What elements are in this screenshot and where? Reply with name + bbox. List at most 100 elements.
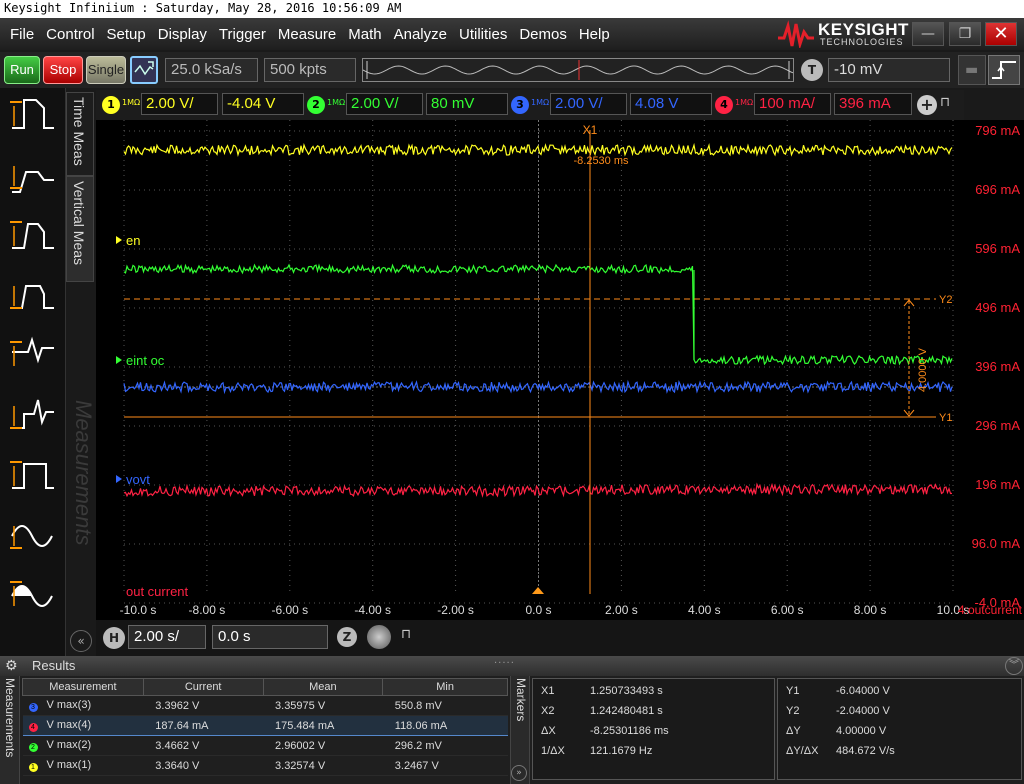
plus-icon: + bbox=[920, 95, 934, 114]
y-axis-tick-label: 796 mA bbox=[975, 123, 1020, 138]
measurement-icon[interactable] bbox=[10, 285, 54, 309]
minimize-button[interactable]: — bbox=[912, 22, 944, 46]
channel-4-scale[interactable]: 100 mA/ bbox=[754, 93, 831, 115]
collapse-sidebar-button[interactable]: « bbox=[70, 630, 92, 652]
menu-file[interactable]: File bbox=[4, 26, 40, 43]
waveform-overview[interactable] bbox=[362, 58, 794, 82]
channel-3-badge[interactable]: 3 bbox=[511, 96, 529, 114]
marker-row: ΔY/ΔX 484.672 V/s bbox=[778, 741, 1021, 761]
sample-rate-display[interactable]: 25.0 kSa/s bbox=[165, 58, 258, 82]
memory-depth-display[interactable]: 500 kpts bbox=[264, 58, 356, 82]
measurement-icon[interactable] bbox=[10, 525, 53, 549]
resize-grip-icon[interactable]: ····· bbox=[494, 658, 515, 669]
trigger-badge[interactable]: T bbox=[801, 59, 823, 81]
knob-icon[interactable] bbox=[367, 625, 391, 649]
trigger-mode-button[interactable]: ▬ bbox=[958, 55, 986, 85]
gear-icon[interactable]: ⚙ bbox=[5, 658, 21, 674]
autoscale-button[interactable] bbox=[130, 56, 158, 84]
tab-vertical-meas[interactable]: Vertical Meas bbox=[66, 176, 94, 282]
menu-setup[interactable]: Setup bbox=[101, 26, 152, 43]
channel-1-offset[interactable]: -4.04 V bbox=[222, 93, 304, 115]
menu-trigger[interactable]: Trigger bbox=[213, 26, 272, 43]
measurement-icon[interactable] bbox=[10, 221, 54, 249]
zoom-button[interactable]: Z bbox=[337, 627, 357, 647]
pin-button[interactable]: ⊓ bbox=[940, 95, 956, 115]
keysight-logo: KEYSIGHT TECHNOLOGIES bbox=[776, 20, 908, 48]
column-header-min[interactable]: Min bbox=[382, 678, 508, 696]
trigger-edge-button[interactable] bbox=[988, 55, 1020, 85]
expand-markers-button[interactable]: » bbox=[511, 765, 527, 781]
marker-label: X2 bbox=[541, 705, 555, 717]
measurement-mean-cell: 3.35975 V bbox=[263, 695, 383, 716]
column-header-current[interactable]: Current bbox=[142, 678, 264, 696]
channel-1-impedance: 1MΩ bbox=[122, 98, 141, 107]
channel-1-scale[interactable]: 2.00 V/ bbox=[141, 93, 218, 115]
menu-control[interactable]: Control bbox=[40, 26, 100, 43]
measurement-name-cell: 3 V max(3) bbox=[22, 695, 144, 716]
menu-math[interactable]: Math bbox=[342, 26, 387, 43]
tab-time-meas-label: Time Meas bbox=[71, 97, 87, 166]
timebase-pin-icon[interactable]: ⊓ bbox=[401, 627, 411, 642]
column-header-measurement[interactable]: Measurement bbox=[22, 678, 144, 696]
channel-2-badge[interactable]: 2 bbox=[307, 96, 325, 114]
run-button[interactable]: Run bbox=[4, 56, 40, 84]
measurement-icon[interactable] bbox=[10, 166, 54, 193]
channel-3-impedance: 1MΩ bbox=[531, 98, 550, 107]
channel-4-offset[interactable]: 396 mA bbox=[834, 93, 912, 115]
menu-display[interactable]: Display bbox=[152, 26, 213, 43]
table-row[interactable]: 2 V max(2) 3.4662 V 2.96002 V 296.2 mV bbox=[22, 735, 508, 756]
marker-value: 1.250733493 s bbox=[590, 685, 663, 697]
tab-measurements[interactable]: Measurements bbox=[0, 676, 20, 784]
brand-sub: TECHNOLOGIES bbox=[820, 37, 904, 47]
marker-label: X1 bbox=[541, 685, 555, 697]
marker-x1-time: -8.2530 ms bbox=[573, 155, 629, 167]
horizontal-badge[interactable]: H bbox=[103, 627, 125, 649]
channel-2-offset[interactable]: 80 mV bbox=[426, 93, 508, 115]
menu-measure[interactable]: Measure bbox=[272, 26, 342, 43]
table-row[interactable]: 4 V max(4) 187.64 mA 175.484 mA 118.06 mA bbox=[22, 715, 508, 736]
stop-button[interactable]: Stop bbox=[43, 56, 83, 84]
maximize-button[interactable]: ❐ bbox=[949, 22, 981, 46]
channel-4-axis-label: 4:outcurrent bbox=[958, 603, 1023, 617]
channel-3-offset[interactable]: 4.08 V bbox=[630, 93, 712, 115]
y-axis-tick-label: 596 mA bbox=[975, 241, 1020, 256]
table-row[interactable]: 3 V max(3) 3.3962 V 3.35975 V 550.8 mV bbox=[22, 695, 508, 716]
x-axis-tick-label: 4.00 s bbox=[688, 603, 721, 617]
measurement-icon[interactable] bbox=[10, 399, 54, 429]
marker-row: Y1 -6.04000 V bbox=[778, 681, 1021, 701]
x-axis-tick-label: -10.0 s bbox=[120, 603, 157, 617]
measurement-current-cell: 3.3640 V bbox=[143, 755, 264, 776]
channel-3-scale[interactable]: 2.00 V/ bbox=[550, 93, 627, 115]
time-per-div-field[interactable]: 2.00 s/ bbox=[128, 625, 206, 649]
marker-row: Y2 -2.04000 V bbox=[778, 701, 1021, 721]
add-channel-button[interactable]: + bbox=[917, 95, 937, 115]
channel-4-badge[interactable]: 4 bbox=[715, 96, 733, 114]
single-button[interactable]: Single bbox=[86, 56, 126, 84]
measurement-icon[interactable] bbox=[10, 461, 54, 489]
double-chevron-right-icon: » bbox=[516, 768, 522, 778]
waveform-display[interactable]: X1 -8.2530 ms Y2 Y1 4.0000 V en eint oc vovt out… bbox=[96, 120, 1024, 620]
column-header-mean[interactable]: Mean bbox=[262, 678, 384, 696]
menu-help[interactable]: Help bbox=[573, 26, 616, 43]
channel-2-waveform-label: eint oc bbox=[126, 353, 165, 368]
marker-row: X1 1.250733493 s bbox=[533, 681, 774, 701]
collapse-results-button[interactable]: ︾ bbox=[1005, 657, 1023, 675]
horizontal-delay-field[interactable]: 0.0 s bbox=[212, 625, 328, 649]
channel-2-scale[interactable]: 2.00 V/ bbox=[346, 93, 423, 115]
menu-analyze[interactable]: Analyze bbox=[388, 26, 453, 43]
channel-4-trace bbox=[123, 482, 953, 498]
measurement-icon[interactable] bbox=[10, 581, 53, 607]
menu-demos[interactable]: Demos bbox=[513, 26, 573, 43]
marker-label: 1/ΔX bbox=[541, 745, 565, 757]
measurement-icon[interactable] bbox=[10, 336, 54, 366]
channel-1-badge[interactable]: 1 bbox=[102, 96, 120, 114]
tab-time-meas[interactable]: Time Meas bbox=[66, 92, 94, 176]
channel-1-ground-marker bbox=[116, 236, 122, 244]
trigger-level-field[interactable]: -10 mV bbox=[828, 58, 950, 82]
measurement-icon[interactable] bbox=[10, 99, 54, 129]
table-row[interactable]: 1 V max(1) 3.3640 V 3.32574 V 3.2467 V bbox=[22, 755, 508, 776]
close-button[interactable]: ✕ bbox=[985, 22, 1017, 46]
x-axis-tick-label: 0.0 s bbox=[525, 603, 551, 617]
menu-utilities[interactable]: Utilities bbox=[453, 26, 513, 43]
channel-dot-icon: 2 bbox=[28, 743, 38, 752]
